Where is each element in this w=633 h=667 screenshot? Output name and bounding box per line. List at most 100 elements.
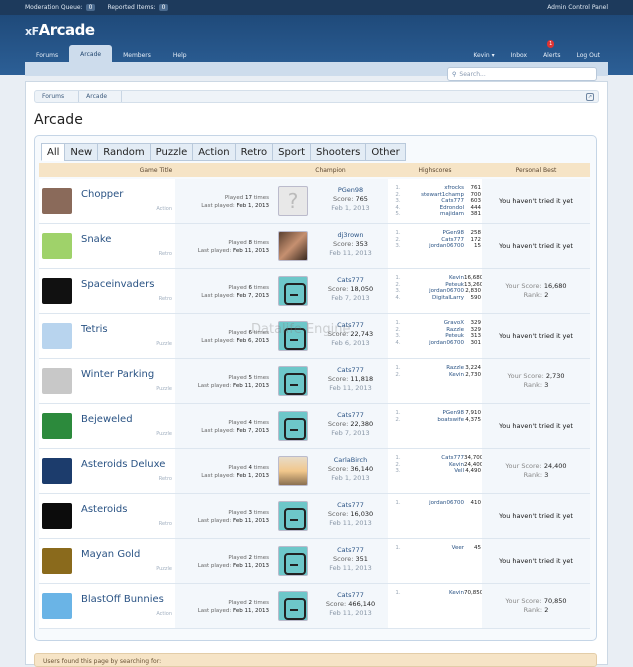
tab-retro[interactable]: Retro	[234, 143, 273, 161]
champion-name[interactable]: Cats777	[313, 321, 388, 330]
times-played: Played 6 times	[175, 329, 269, 337]
champion-avatar[interactable]	[278, 546, 308, 576]
game-category: Retro	[158, 296, 172, 302]
moderation-queue-link[interactable]: Moderation Queue: 0	[25, 4, 96, 11]
highscore-player[interactable]: jordan06700	[408, 340, 464, 347]
highscore-ranks: 1. 2. 3.	[388, 230, 408, 268]
game-thumbnail-image[interactable]	[42, 593, 72, 619]
champion-avatar[interactable]	[278, 591, 308, 621]
highscore-values: 3,224 2,730	[464, 365, 482, 403]
tab-other[interactable]: Other	[365, 143, 406, 161]
game-thumbnail-image[interactable]	[42, 503, 72, 529]
tab-random[interactable]: Random	[97, 143, 150, 161]
reported-items-link[interactable]: Reported Items: 0	[107, 4, 169, 11]
champion-score: Score: 22,380	[313, 420, 388, 429]
champion-avatar-cell	[273, 269, 313, 313]
game-title-link[interactable]: Tetris	[81, 324, 108, 335]
highscore-player[interactable]: Kevin	[408, 590, 464, 597]
personal-best-cell: You haven't tried it yet	[482, 314, 590, 358]
score-label: Score:	[327, 420, 349, 428]
game-title-link[interactable]: Snake	[81, 234, 111, 245]
search-input[interactable]: ⚲ Search...	[447, 67, 597, 81]
game-category: Puzzle	[156, 386, 172, 392]
highscore-player[interactable]: DigitalLarry	[408, 295, 464, 302]
champion-name[interactable]: Cats777	[313, 546, 388, 555]
logout-link[interactable]: Log Out	[568, 48, 608, 62]
champion-avatar[interactable]	[278, 411, 308, 441]
champion-name[interactable]: Cats777	[313, 276, 388, 285]
nav-tab-members[interactable]: Members	[112, 48, 162, 62]
champion-name[interactable]: Cats777	[313, 591, 388, 600]
tab-puzzle[interactable]: Puzzle	[149, 143, 193, 161]
user-menu[interactable]: Kevin ▾	[465, 48, 502, 62]
jump-to-icon[interactable]: ↗	[586, 93, 594, 101]
game-thumbnail-image[interactable]	[42, 323, 72, 349]
game-thumbnail-cell	[39, 449, 75, 493]
champion-avatar[interactable]: ?	[278, 186, 308, 216]
champion-avatar[interactable]	[278, 456, 308, 486]
game-thumbnail-cell	[39, 224, 75, 268]
champion-avatar[interactable]	[278, 231, 308, 261]
champion-avatar[interactable]	[278, 366, 308, 396]
played-prefix: Played	[228, 420, 247, 426]
tab-shooters[interactable]: Shooters	[310, 143, 366, 161]
champion-name[interactable]: dj3rown	[313, 231, 388, 240]
game-thumbnail-image[interactable]	[42, 233, 72, 259]
champion-date: Feb 11, 2013	[329, 564, 372, 572]
tab-action[interactable]: Action	[192, 143, 235, 161]
champion-score: Score: 36,140	[313, 465, 388, 474]
champion-name[interactable]: Cats777	[313, 366, 388, 375]
alerts-link[interactable]: 1 Alerts	[535, 40, 568, 62]
breadcrumb-item-forums[interactable]: Forums	[35, 91, 80, 102]
tab-sport[interactable]: Sport	[272, 143, 311, 161]
highscore-players: Razzle Kevin	[408, 365, 464, 403]
game-title-link[interactable]: BlastOff Bunnies	[81, 594, 164, 605]
breadcrumb-item-arcade[interactable]: Arcade	[79, 91, 123, 102]
alerts-label: Alerts	[543, 52, 561, 59]
game-thumbnail-image[interactable]	[42, 458, 72, 484]
game-title-link[interactable]: Winter Parking	[81, 369, 154, 380]
game-title-link[interactable]: Spaceinvaders	[81, 279, 154, 290]
nav-tab-arcade[interactable]: Arcade	[69, 45, 113, 62]
game-title-link[interactable]: Chopper	[81, 189, 123, 200]
game-thumbnail-image[interactable]	[42, 368, 72, 394]
nav-tab-forums[interactable]: Forums	[25, 48, 69, 62]
nav-tab-help[interactable]: Help	[162, 48, 198, 62]
game-title-link[interactable]: Asteroids Deluxe	[81, 459, 165, 470]
game-thumbnail-cell	[39, 539, 75, 583]
champion-name[interactable]: PGen98	[313, 186, 388, 195]
tab-all[interactable]: All	[41, 143, 65, 161]
game-title-cell: Asteroids Retro	[75, 494, 175, 538]
highscore-ranks: 1. 2. 3.	[388, 455, 408, 493]
champion-name[interactable]: Cats777	[313, 411, 388, 420]
game-thumbnail-image[interactable]	[42, 413, 72, 439]
played-count: 5	[248, 375, 252, 381]
game-title-link[interactable]: Asteroids	[81, 504, 127, 515]
game-thumbnail-image[interactable]	[42, 188, 72, 214]
site-logo[interactable]: xFArcade	[25, 21, 95, 39]
highscore-player[interactable]: jordan06700	[408, 500, 464, 507]
champion-avatar[interactable]	[278, 321, 308, 351]
champion-name[interactable]: Cats777	[313, 501, 388, 510]
played-prefix: Played	[228, 240, 247, 246]
tab-new[interactable]: New	[64, 143, 98, 161]
inbox-link[interactable]: Inbox	[503, 48, 535, 62]
game-thumbnail-image[interactable]	[42, 548, 72, 574]
highscore-player[interactable]: Veer	[408, 545, 464, 552]
highscore-player[interactable]: jordan06700	[408, 243, 464, 250]
champion-avatar[interactable]	[278, 276, 308, 306]
admin-control-panel-link[interactable]: Admin Control Panel	[547, 4, 608, 11]
champion-name[interactable]: CarlaBirch	[313, 456, 388, 465]
game-thumbnail-image[interactable]	[42, 278, 72, 304]
game-title-link[interactable]: Mayan Gold	[81, 549, 140, 560]
game-title-link[interactable]: Bejeweled	[81, 414, 133, 425]
champion-score-value: 351	[355, 555, 368, 563]
highscore-players: Cats777 Kevin Vell	[408, 455, 464, 493]
highscore-player[interactable]: Vell	[408, 468, 464, 475]
highscore-player[interactable]: boatswife	[408, 417, 464, 424]
highscore-player[interactable]: Kevin	[408, 372, 464, 379]
champion-avatar[interactable]	[278, 501, 308, 531]
played-suffix: times	[253, 375, 269, 381]
game-thumbnail-cell	[39, 359, 75, 403]
highscore-player[interactable]: majidam	[408, 211, 464, 218]
